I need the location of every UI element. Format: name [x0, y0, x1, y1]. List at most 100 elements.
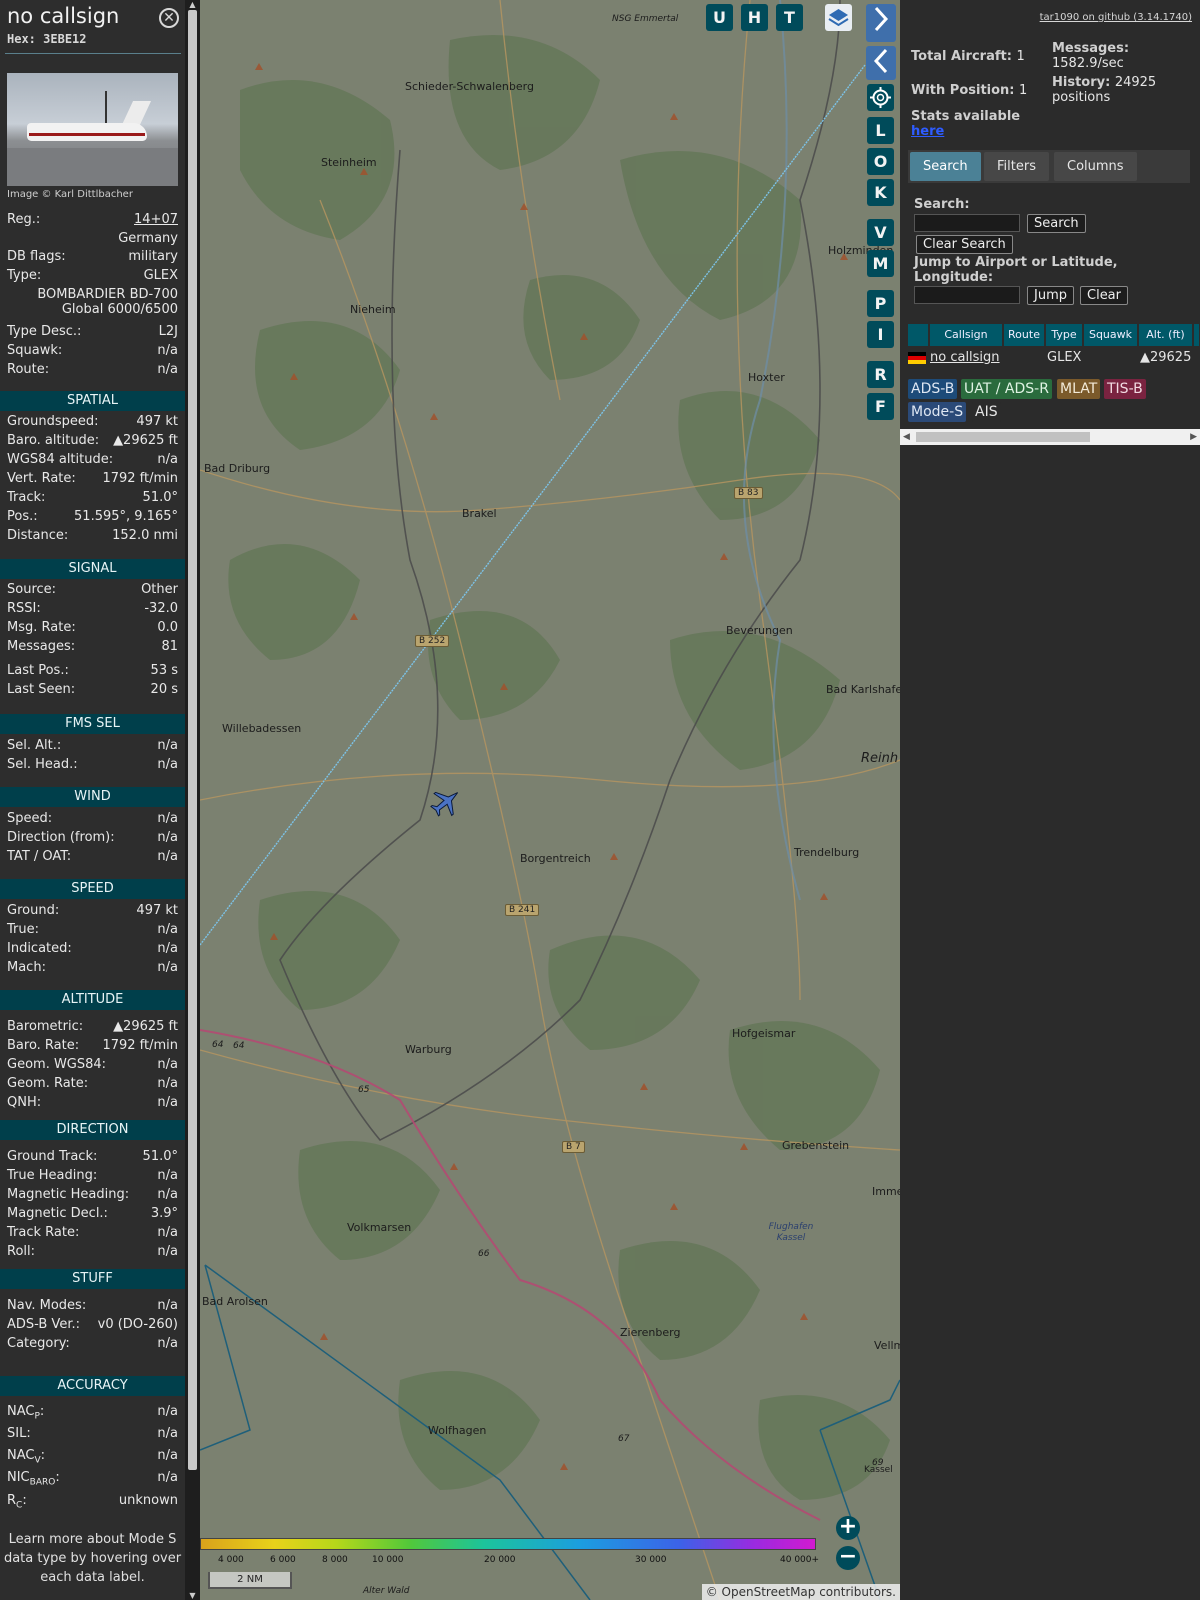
dbflags-value: military	[128, 249, 178, 264]
stat-label: Ground Track:	[7, 1149, 98, 1164]
tab-search[interactable]: Search	[910, 152, 981, 181]
messages-stat: Messages: 1582.9/sec	[1052, 41, 1129, 71]
tab-filters[interactable]: Filters	[984, 152, 1049, 181]
stat-value: 53 s	[150, 663, 178, 678]
stat-value: Other	[141, 582, 178, 597]
col-squawk[interactable]: Squawk	[1084, 324, 1138, 346]
nacp-label-text: NAC	[7, 1404, 35, 1419]
stat-value: ▲29625 ft	[113, 1019, 178, 1034]
badge-adsb[interactable]: ADS-B	[908, 379, 958, 399]
settings-gear-icon[interactable]	[867, 84, 894, 111]
search-input[interactable]	[914, 214, 1020, 232]
stats-available: Stats available here	[911, 109, 1020, 139]
aircraft-photo[interactable]	[7, 73, 178, 186]
jump-button[interactable]: Jump	[1027, 286, 1074, 305]
toggle-k-button[interactable]: K	[867, 179, 894, 206]
scroll-up-icon[interactable]: ▲	[188, 0, 197, 9]
stat-row: Sel. Head.: n/a	[7, 757, 178, 775]
badge-modes[interactable]: Mode-S	[908, 402, 967, 422]
stats-here-link[interactable]: here	[911, 124, 1020, 139]
toggle-r-button[interactable]: R	[867, 361, 894, 388]
toggle-u-button[interactable]: U	[706, 4, 733, 31]
place-label: Hoxter	[748, 371, 785, 384]
road-number: 66	[478, 1249, 490, 1259]
col-altitude[interactable]: Alt. (ft)	[1139, 324, 1193, 346]
toggle-f-button[interactable]: F	[867, 393, 894, 420]
stat-row: Baro. altitude: ▲29625 ft	[7, 433, 178, 451]
stat-value: 81	[161, 639, 178, 654]
toggle-m-button[interactable]: M	[867, 250, 894, 277]
clear-button[interactable]: Clear	[1080, 286, 1128, 305]
col-callsign[interactable]: Callsign	[930, 324, 1003, 346]
toggle-p-button[interactable]: P	[867, 290, 894, 317]
total-aircraft-label: Total Aircraft:	[911, 49, 1012, 64]
close-icon[interactable]: ✕	[159, 8, 179, 28]
scrollbar-thumb[interactable]	[188, 10, 197, 1470]
stat-value: n/a	[157, 922, 178, 937]
map-attribution[interactable]: © OpenStreetMap contributors.	[701, 1584, 900, 1600]
stat-row: Vert. Rate: 1792 ft/min	[7, 471, 178, 489]
zoom-in-button[interactable]: +	[836, 1516, 860, 1540]
place-label: NSG Emmertal	[612, 14, 679, 24]
layers-icon[interactable]	[825, 4, 852, 31]
scroll-left-icon[interactable]: ◀	[903, 432, 910, 442]
stat-row: True: n/a	[7, 922, 178, 940]
place-label: Vellm	[874, 1339, 900, 1352]
stat-row: Speed: n/a	[7, 811, 178, 829]
stat-row: TAT / OAT: n/a	[7, 849, 178, 867]
altitude-tick: 6 000	[270, 1555, 296, 1565]
stat-row: Magnetic Heading: n/a	[7, 1187, 178, 1205]
jump-label: Jump to Airport or Latitude, Longitude:	[914, 255, 1118, 285]
stat-label: Barometric:	[7, 1019, 84, 1034]
badge-tisb[interactable]: TIS-B	[1104, 379, 1146, 399]
stat-value: 51.0°	[142, 1149, 178, 1164]
github-link[interactable]: tar1090 on github (3.14.1740)	[1040, 12, 1192, 23]
scroll-down-icon[interactable]: ▼	[188, 1591, 197, 1600]
stat-label: Sel. Alt.:	[7, 738, 62, 753]
tab-columns[interactable]: Columns	[1054, 152, 1137, 181]
toggle-i-button[interactable]: I	[867, 321, 894, 348]
badge-mlat[interactable]: MLAT	[1057, 379, 1101, 399]
toggle-h-button[interactable]: H	[741, 4, 768, 31]
reg-link[interactable]: 14+07	[134, 212, 178, 227]
col-flag[interactable]	[908, 324, 929, 346]
row-callsign[interactable]: no callsign	[930, 350, 1000, 365]
clear-search-button[interactable]: Clear Search	[916, 235, 1013, 254]
col-more[interactable]	[1194, 324, 1200, 346]
col-route[interactable]: Route	[1004, 324, 1045, 346]
scroll-right-icon[interactable]: ▶	[1190, 432, 1197, 442]
jump-input[interactable]	[914, 286, 1020, 304]
stat-value: 51.595°, 9.165°	[74, 509, 178, 524]
stat-label: Roll:	[7, 1244, 36, 1259]
road-number: 67	[618, 1434, 630, 1444]
detail-scrollbar[interactable]: ▲ ▼	[185, 0, 200, 1600]
map-view[interactable]: NSG Emmertal Schieder-Schwalenberg Stein…	[200, 0, 900, 1600]
badge-uat[interactable]: UAT / ADS-R	[961, 379, 1052, 399]
stat-label: Last Seen:	[7, 682, 76, 697]
toggle-t-button[interactable]: T	[776, 4, 803, 31]
zoom-out-button[interactable]: −	[836, 1546, 860, 1570]
hscroll-thumb[interactable]	[916, 432, 1090, 442]
search-button[interactable]: Search	[1027, 214, 1086, 233]
toggle-v-button[interactable]: V	[867, 219, 894, 246]
rc-sub: C	[16, 1500, 23, 1511]
table-horizontal-scrollbar[interactable]: ◀ ▶	[900, 429, 1200, 445]
toggle-o-button[interactable]: O	[867, 148, 894, 175]
badge-ais[interactable]: AIS	[972, 402, 1001, 422]
stat-value: n/a	[157, 811, 178, 826]
stat-label: Baro. Rate:	[7, 1038, 80, 1053]
squawk-label: Squawk:	[7, 343, 63, 358]
stat-label: Msg. Rate:	[7, 620, 76, 635]
toggle-l-button[interactable]: L	[867, 117, 894, 144]
expand-right-icon[interactable]	[866, 4, 896, 42]
collapse-left-icon[interactable]	[866, 46, 896, 80]
history-label: History:	[1052, 75, 1111, 90]
stat-label: Direction (from):	[7, 830, 115, 845]
stat-row: Nav. Modes: n/a	[7, 1298, 178, 1316]
aircraft-marker-icon[interactable]	[429, 785, 463, 819]
stat-value: 152.0 nmi	[112, 528, 178, 543]
place-label: Volkmarsen	[347, 1221, 412, 1234]
col-type[interactable]: Type	[1046, 324, 1083, 346]
header-divider	[5, 53, 181, 54]
squawk-row: Squawk: n/a	[7, 343, 178, 361]
